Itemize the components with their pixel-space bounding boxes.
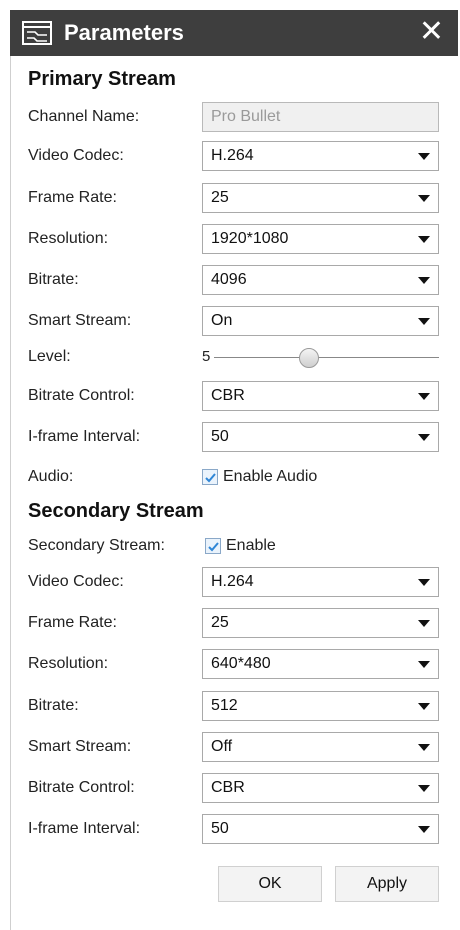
secondary-enable-row: Secondary Stream: Enable bbox=[28, 531, 440, 561]
primary-smart-stream-row: Smart Stream: On bbox=[28, 306, 440, 336]
secondary-smart-stream-row: Smart Stream: Off bbox=[28, 732, 440, 762]
chevron-down-icon bbox=[418, 434, 430, 441]
secondary-iframe-interval-row: I-frame Interval: 50 bbox=[28, 814, 440, 844]
primary-resolution-select[interactable]: 1920*1080 bbox=[202, 224, 439, 254]
chevron-down-icon bbox=[418, 236, 430, 243]
chevron-down-icon bbox=[418, 703, 430, 710]
secondary-bitrate-control-row: Bitrate Control: CBR bbox=[28, 773, 440, 803]
primary-bitrate-control-row: Bitrate Control: CBR bbox=[28, 381, 440, 411]
secondary-stream-title: Secondary Stream bbox=[28, 500, 204, 522]
secondary-bitrate-select[interactable]: 512 bbox=[202, 691, 439, 721]
resolution-label: Resolution: bbox=[28, 230, 109, 247]
window-icon bbox=[22, 21, 52, 45]
chevron-down-icon bbox=[418, 826, 430, 833]
secondary-video-codec-select[interactable]: H.264 bbox=[202, 567, 439, 597]
chevron-down-icon bbox=[418, 153, 430, 160]
bitrate-label: Bitrate: bbox=[28, 697, 79, 714]
enable-audio-label[interactable]: Enable Audio bbox=[223, 462, 317, 492]
smart-stream-label: Smart Stream: bbox=[28, 738, 132, 755]
secondary-bitrate-row: Bitrate: 512 bbox=[28, 691, 440, 721]
select-value: On bbox=[211, 312, 233, 329]
level-row: Level: 5 bbox=[28, 342, 440, 372]
chevron-down-icon bbox=[418, 393, 430, 400]
select-value: 640*480 bbox=[211, 655, 271, 672]
chevron-down-icon bbox=[418, 620, 430, 627]
primary-iframe-interval-select[interactable]: 50 bbox=[202, 422, 439, 452]
channel-name-field[interactable]: Pro Bullet bbox=[202, 102, 439, 132]
select-value: 512 bbox=[211, 697, 238, 714]
title-bar: Parameters ✕ bbox=[10, 10, 458, 56]
secondary-iframe-interval-select[interactable]: 50 bbox=[202, 814, 439, 844]
video-codec-label: Video Codec: bbox=[28, 147, 124, 164]
primary-bitrate-control-select[interactable]: CBR bbox=[202, 381, 439, 411]
primary-iframe-interval-row: I-frame Interval: 50 bbox=[28, 422, 440, 452]
secondary-enable-checkbox[interactable] bbox=[205, 538, 221, 554]
checkmark-icon bbox=[208, 542, 219, 552]
apply-button[interactable]: Apply bbox=[335, 866, 439, 902]
primary-stream-title: Primary Stream bbox=[28, 68, 176, 90]
chevron-down-icon bbox=[418, 785, 430, 792]
secondary-frame-rate-row: Frame Rate: 25 bbox=[28, 608, 440, 638]
iframe-interval-label: I-frame Interval: bbox=[28, 428, 141, 445]
chevron-down-icon bbox=[418, 744, 430, 751]
ok-button[interactable]: OK bbox=[218, 866, 322, 902]
primary-video-codec-select[interactable]: H.264 bbox=[202, 141, 439, 171]
primary-frame-rate-row: Frame Rate: 25 bbox=[28, 183, 440, 213]
frame-rate-label: Frame Rate: bbox=[28, 189, 117, 206]
channel-name-label: Channel Name: bbox=[28, 108, 140, 125]
secondary-video-codec-row: Video Codec: H.264 bbox=[28, 567, 440, 597]
secondary-enable-label[interactable]: Enable bbox=[226, 531, 276, 561]
primary-resolution-row: Resolution: 1920*1080 bbox=[28, 224, 440, 254]
primary-frame-rate-select[interactable]: 25 bbox=[202, 183, 439, 213]
slider-track bbox=[214, 357, 439, 358]
select-value: H.264 bbox=[211, 573, 254, 590]
window-title: Parameters bbox=[64, 20, 184, 45]
select-value: 1920*1080 bbox=[211, 230, 289, 247]
resolution-label: Resolution: bbox=[28, 655, 109, 672]
select-value: 25 bbox=[211, 189, 229, 206]
audio-row: Audio: Enable Audio bbox=[28, 462, 440, 492]
checkmark-icon bbox=[205, 473, 216, 483]
channel-name-row: Channel Name: Pro Bullet bbox=[28, 102, 440, 132]
select-value: 25 bbox=[211, 614, 229, 631]
slider-thumb[interactable] bbox=[299, 348, 319, 368]
chevron-down-icon bbox=[418, 318, 430, 325]
secondary-stream-label: Secondary Stream: bbox=[28, 537, 165, 554]
smart-stream-label: Smart Stream: bbox=[28, 312, 132, 329]
chevron-down-icon bbox=[418, 579, 430, 586]
select-value: CBR bbox=[211, 779, 245, 796]
primary-smart-stream-select[interactable]: On bbox=[202, 306, 439, 336]
secondary-resolution-select[interactable]: 640*480 bbox=[202, 649, 439, 679]
video-codec-label: Video Codec: bbox=[28, 573, 124, 590]
select-value: CBR bbox=[211, 387, 245, 404]
secondary-frame-rate-select[interactable]: 25 bbox=[202, 608, 439, 638]
chevron-down-icon bbox=[418, 277, 430, 284]
iframe-interval-label: I-frame Interval: bbox=[28, 820, 141, 837]
select-value: 50 bbox=[211, 820, 229, 837]
primary-bitrate-row: Bitrate: 4096 bbox=[28, 265, 440, 295]
primary-bitrate-select[interactable]: 4096 bbox=[202, 265, 439, 295]
secondary-bitrate-control-select[interactable]: CBR bbox=[202, 773, 439, 803]
secondary-resolution-row: Resolution: 640*480 bbox=[28, 649, 440, 679]
bitrate-control-label: Bitrate Control: bbox=[28, 779, 135, 796]
audio-label: Audio: bbox=[28, 468, 74, 485]
enable-audio-checkbox[interactable] bbox=[202, 469, 218, 485]
close-icon[interactable]: ✕ bbox=[419, 16, 444, 48]
level-label: Level: bbox=[28, 348, 71, 365]
level-slider[interactable]: 5 bbox=[202, 342, 439, 372]
chevron-down-icon bbox=[418, 661, 430, 668]
primary-video-codec-row: Video Codec: H.264 bbox=[28, 141, 440, 171]
select-value: 50 bbox=[211, 428, 229, 445]
select-value: Off bbox=[211, 738, 233, 755]
frame-rate-label: Frame Rate: bbox=[28, 614, 117, 631]
bitrate-label: Bitrate: bbox=[28, 271, 79, 288]
bitrate-control-label: Bitrate Control: bbox=[28, 387, 135, 404]
select-value: H.264 bbox=[211, 147, 254, 164]
select-value: 4096 bbox=[211, 271, 247, 288]
secondary-smart-stream-select[interactable]: Off bbox=[202, 732, 439, 762]
chevron-down-icon bbox=[418, 195, 430, 202]
level-value: 5 bbox=[202, 348, 211, 365]
